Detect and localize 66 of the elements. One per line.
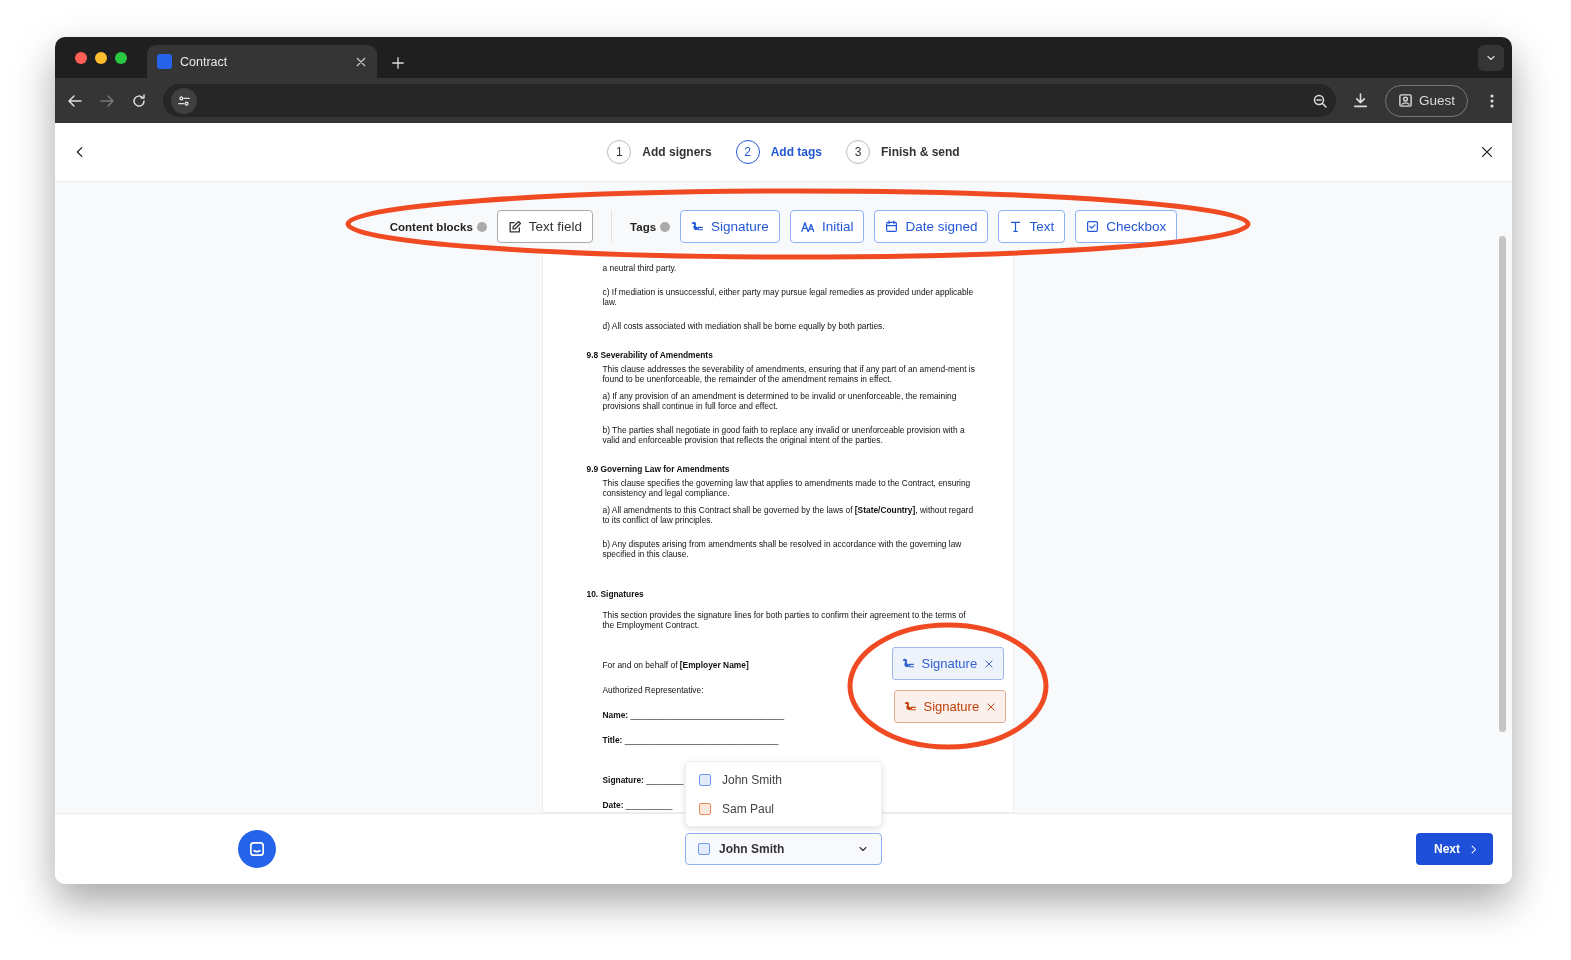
signature-tag[interactable]: Signature [891, 647, 1005, 680]
download-icon[interactable] [1351, 92, 1369, 109]
checkbox-icon [1086, 220, 1100, 233]
remove-tag-button[interactable] [986, 701, 997, 712]
section-heading: 9.8 Severability of Amendments [586, 350, 713, 360]
maximize-window-button[interactable] [115, 51, 127, 64]
signature-tag[interactable]: Signature [893, 690, 1007, 723]
forward-icon[interactable] [99, 92, 115, 109]
step-tab[interactable]: 3 Finish & send [846, 140, 960, 164]
toolbar-label: Tags [630, 220, 657, 233]
new-tab-icon[interactable] [391, 56, 405, 70]
letters-icon [800, 219, 815, 234]
document-text: Name: _________________________________ [601, 710, 785, 720]
next-button[interactable]: Next [1416, 833, 1493, 865]
close-tab-button[interactable] [355, 55, 367, 68]
chat-button[interactable] [238, 830, 276, 868]
close-icon [986, 701, 997, 712]
document-text: For and on behalf of [Employer Name] [601, 660, 749, 670]
tab-search-button[interactable] [1478, 45, 1504, 71]
document-text: a neutral third party. [601, 263, 677, 273]
calendar-icon [885, 220, 899, 233]
tag-button[interactable]: Text [998, 210, 1066, 243]
minimize-window-button[interactable] [95, 51, 107, 64]
tag-button[interactable]: Date signed [874, 210, 989, 243]
signer-option[interactable]: Sam Paul [686, 794, 881, 823]
site-settings-button[interactable] [171, 87, 197, 114]
section-heading: 9.9 Governing Law for Amendments [586, 464, 730, 474]
sliders-icon [177, 93, 191, 108]
remove-tag-button[interactable] [984, 658, 995, 669]
signer-select[interactable]: John Smith [685, 833, 882, 865]
close-icon[interactable] [1480, 145, 1494, 159]
close-icon [355, 55, 367, 68]
document-text: c) If mediation is unsuccessful, either party may pursue legal remedies as provided under applicable law. [601, 287, 975, 307]
tag-button[interactable]: Initial [789, 210, 865, 243]
document-text: b) The parties shall negotiate in good faith to replace any invalid or unenforceable provision with a valid and enforceable provision that reflects the original intent of the parties. [601, 425, 966, 445]
tag-button[interactable]: Signature [680, 210, 780, 243]
signer-option[interactable]: John Smith [686, 765, 881, 794]
document-text: This section provides the signature lines for both parties to confirm their agreement to the terms of the Employment Contract. [601, 610, 967, 630]
close-window-button[interactable] [75, 51, 87, 64]
tag-button[interactable]: Checkbox [1075, 210, 1178, 243]
document-text: Authorized Representative: [601, 685, 704, 695]
app-logo-icon [157, 54, 172, 69]
browser-tab[interactable]: Contract [147, 45, 377, 78]
document-text: Title: _________________________________ [601, 735, 779, 745]
section-heading: 10. Signatures [586, 589, 644, 599]
zoom-icon[interactable] [1311, 92, 1328, 109]
step-tab[interactable]: 2 Add tags [735, 140, 822, 164]
document-text: b) Any disputes arising from amendments shall be resolved in accordance with the governing law specified in this clause. [601, 539, 963, 559]
text-field-button[interactable]: Text field [496, 210, 594, 243]
chat-icon [248, 840, 266, 858]
document-text: Date: __________ [601, 800, 673, 810]
back-icon[interactable] [67, 92, 83, 109]
document-text: This clause addresses the severability of amendments, ensuring that if any part of an amend-ment is found to be unenforceable, the remainder of the amendment remains in effect. [601, 364, 976, 384]
text-t-icon [1009, 220, 1023, 233]
toolbar-label: Content blocks [389, 220, 473, 233]
document-text: Signature: ________ [601, 775, 684, 785]
edit-icon [507, 219, 522, 234]
close-icon [984, 658, 995, 669]
scrollbar[interactable] [1499, 236, 1506, 732]
document-text: d) All costs associated with mediation shall be borne equally by both parties. [601, 321, 885, 331]
step-tab[interactable]: 1 Add signers [607, 140, 712, 164]
document-text: a) All amendments to this Contract shall be governed by the laws of [State/Country], without regard to its conflict of law principles. [601, 505, 975, 525]
reload-icon[interactable] [131, 92, 147, 109]
document-text: This clause specifies the governing law that applies to amendments made to the Contract, ensuring consistency and legal compliance. [601, 478, 972, 498]
profile-icon [1397, 93, 1413, 108]
document-text: a) If any provision of an amendment is determined to be invalid or unenforceable, the remaining provisions shall continue in full force and effect. [601, 391, 958, 411]
